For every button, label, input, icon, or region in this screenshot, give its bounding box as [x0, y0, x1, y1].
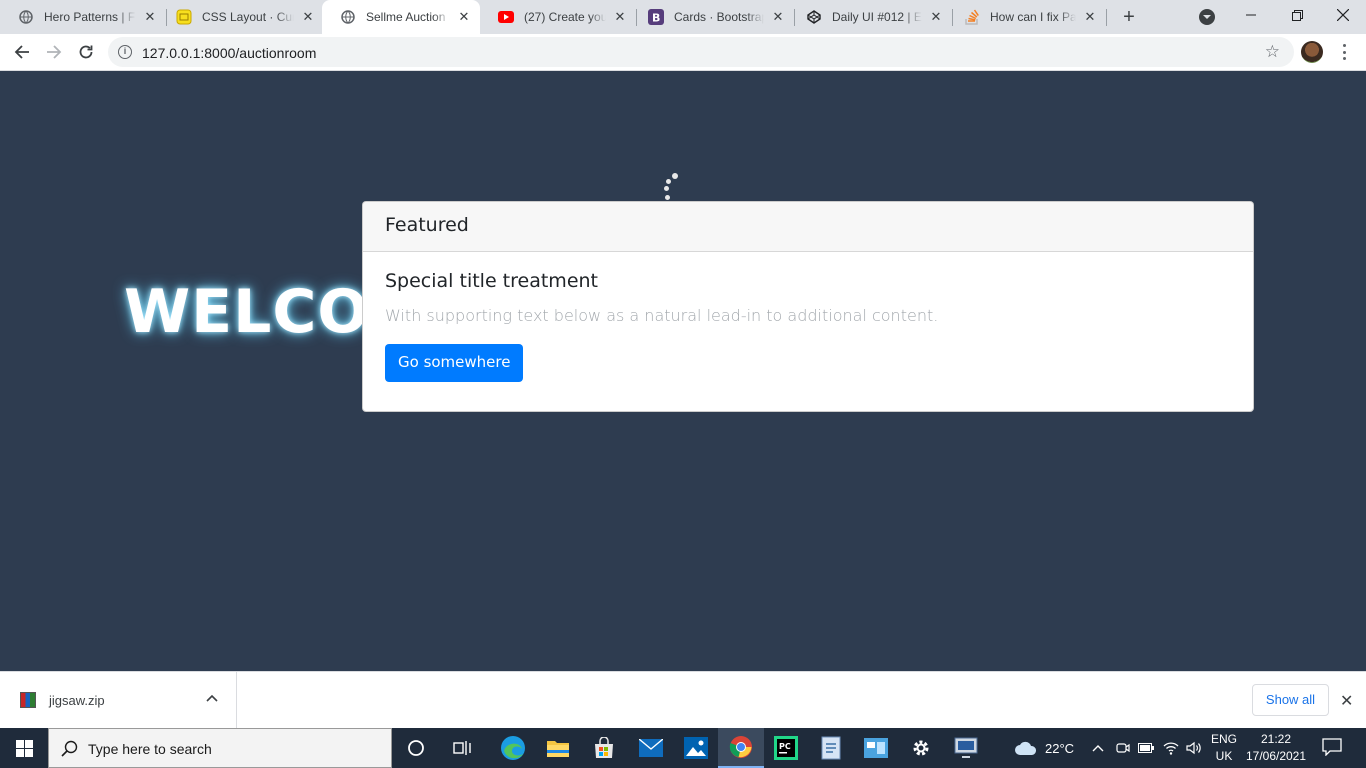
cortana-icon[interactable]: [393, 728, 439, 768]
forward-button[interactable]: [42, 40, 66, 64]
show-all-button[interactable]: Show all: [1252, 684, 1329, 716]
tab-title: (27) Create your own: [524, 10, 606, 24]
chrome-icon[interactable]: [718, 728, 764, 768]
remote-desktop-icon[interactable]: [943, 728, 989, 768]
tab-strip: Hero Patterns | Free ✕ CSS Layout · Curv…: [0, 0, 1366, 34]
bookmark-star-icon[interactable]: ☆: [1265, 42, 1280, 62]
download-filename: jigsaw.zip: [49, 693, 105, 708]
notification-center-icon[interactable]: [1322, 738, 1342, 757]
css-layout-icon: [176, 9, 192, 25]
restore-button[interactable]: [1274, 0, 1320, 30]
file-explorer-icon[interactable]: [535, 728, 581, 768]
temperature: 22°C: [1045, 740, 1075, 756]
tab-stackoverflow[interactable]: How can I fix Page ✕: [946, 0, 1106, 34]
tab-daily-ui[interactable]: Daily UI #012 | E-Com ✕: [788, 0, 952, 34]
tab-title: How can I fix Page: [990, 10, 1076, 24]
card-header: Featured: [363, 202, 1253, 252]
stackoverflow-icon: [964, 9, 980, 25]
download-bar: jigsaw.zip Show all ✕: [0, 671, 1366, 729]
new-tab-button[interactable]: +: [1119, 7, 1139, 27]
close-window-button[interactable]: [1320, 0, 1366, 30]
tray-chevron-up-icon[interactable]: [1092, 728, 1104, 768]
wifi-icon[interactable]: [1163, 728, 1179, 768]
card-body: Special title treatment With supporting …: [363, 252, 1253, 400]
close-download-bar-icon[interactable]: ✕: [1340, 691, 1353, 711]
microsoft-store-icon[interactable]: [581, 728, 627, 768]
clock-time: 21:22: [1260, 732, 1292, 746]
cloud-icon: [1015, 741, 1037, 755]
edge-icon[interactable]: [490, 728, 536, 768]
close-tab-icon[interactable]: ✕: [456, 9, 472, 25]
tab-title: Hero Patterns | Free: [44, 10, 136, 24]
search-icon: [61, 740, 78, 757]
globe-icon: [340, 9, 356, 25]
tab-bootstrap-cards[interactable]: B Cards · Bootstrap ✕: [630, 0, 794, 34]
language-region: UK: [1215, 749, 1233, 763]
tab-title: CSS Layout · Curved: [202, 10, 294, 24]
language-indicator[interactable]: ENG UK: [1210, 728, 1238, 768]
task-view-icon[interactable]: [440, 728, 486, 768]
taskbar-clock[interactable]: 21:22 17/06/2021: [1245, 731, 1307, 765]
url-text[interactable]: 127.0.0.1:8000/auctionroom: [142, 45, 316, 61]
address-bar[interactable]: i 127.0.0.1:8000/auctionroom ☆: [108, 37, 1294, 67]
tab-hero-patterns[interactable]: Hero Patterns | Free ✕: [0, 0, 166, 34]
tab-title: Daily UI #012 | E-Com: [832, 10, 922, 24]
meet-now-icon[interactable]: [1116, 728, 1130, 768]
codepen-icon: [806, 9, 822, 25]
photos-icon[interactable]: [673, 728, 719, 768]
page-content: WELCOME Featured Special title treatment…: [0, 71, 1366, 671]
chevron-up-icon[interactable]: [206, 692, 218, 704]
clock-date: 17/06/2021: [1245, 749, 1307, 763]
featured-card: Featured Special title treatment With su…: [362, 201, 1254, 412]
close-tab-icon[interactable]: ✕: [142, 9, 158, 25]
card-title: Special title treatment: [385, 270, 598, 292]
back-button[interactable]: [10, 40, 34, 64]
zip-file-icon: [20, 692, 36, 708]
close-tab-icon[interactable]: ✕: [300, 9, 316, 25]
loading-spinner-icon: [660, 171, 680, 201]
close-tab-icon[interactable]: ✕: [770, 9, 786, 25]
bootstrap-icon: B: [648, 9, 664, 25]
tab-title: Cards · Bootstrap: [674, 10, 764, 24]
youtube-icon: [498, 9, 514, 25]
profile-avatar[interactable]: [1301, 41, 1323, 63]
browser-menu-icon[interactable]: [1337, 42, 1351, 62]
download-item[interactable]: jigsaw.zip: [0, 672, 237, 729]
site-info-icon[interactable]: i: [118, 45, 132, 59]
battery-icon[interactable]: [1138, 728, 1154, 768]
tab-sellme-auction[interactable]: Sellme Auction Site ✕: [322, 0, 480, 34]
tab-separator: [1106, 9, 1107, 26]
pycharm-icon[interactable]: PC: [763, 728, 809, 768]
weather-widget[interactable]: 22°C: [1014, 728, 1074, 768]
language-code: ENG: [1210, 732, 1237, 746]
minimize-button[interactable]: [1228, 0, 1274, 30]
mail-icon[interactable]: [628, 728, 674, 768]
tab-youtube[interactable]: (27) Create your own ✕: [480, 0, 636, 34]
card-text: With supporting text below as a natural …: [385, 306, 939, 325]
app-document-icon[interactable]: [808, 728, 854, 768]
windows-start-icon[interactable]: [0, 728, 48, 768]
volume-icon[interactable]: [1186, 728, 1202, 768]
svg-text:PC: PC: [779, 742, 791, 751]
svg-text:B: B: [652, 12, 660, 25]
tab-css-layout[interactable]: CSS Layout · Curved ✕: [158, 0, 324, 34]
close-tab-icon[interactable]: ✕: [1082, 9, 1098, 25]
settings-gear-icon[interactable]: [898, 728, 944, 768]
go-somewhere-button[interactable]: Go somewhere: [385, 344, 524, 382]
globe-icon: [18, 9, 34, 25]
tab-search-icon[interactable]: [1199, 9, 1215, 25]
taskbar-search-box[interactable]: Type here to search: [48, 728, 392, 768]
close-tab-icon[interactable]: ✕: [928, 9, 944, 25]
windows-taskbar: Type here to search PC 22°C ENG UK 21:22…: [0, 728, 1366, 768]
browser-toolbar: i 127.0.0.1:8000/auctionroom ☆: [0, 34, 1366, 71]
app-window-icon[interactable]: [853, 728, 899, 768]
close-tab-icon[interactable]: ✕: [612, 9, 628, 25]
tab-title: Sellme Auction Site: [366, 10, 450, 24]
reload-button[interactable]: [74, 40, 98, 64]
search-placeholder: Type here to search: [88, 741, 212, 757]
